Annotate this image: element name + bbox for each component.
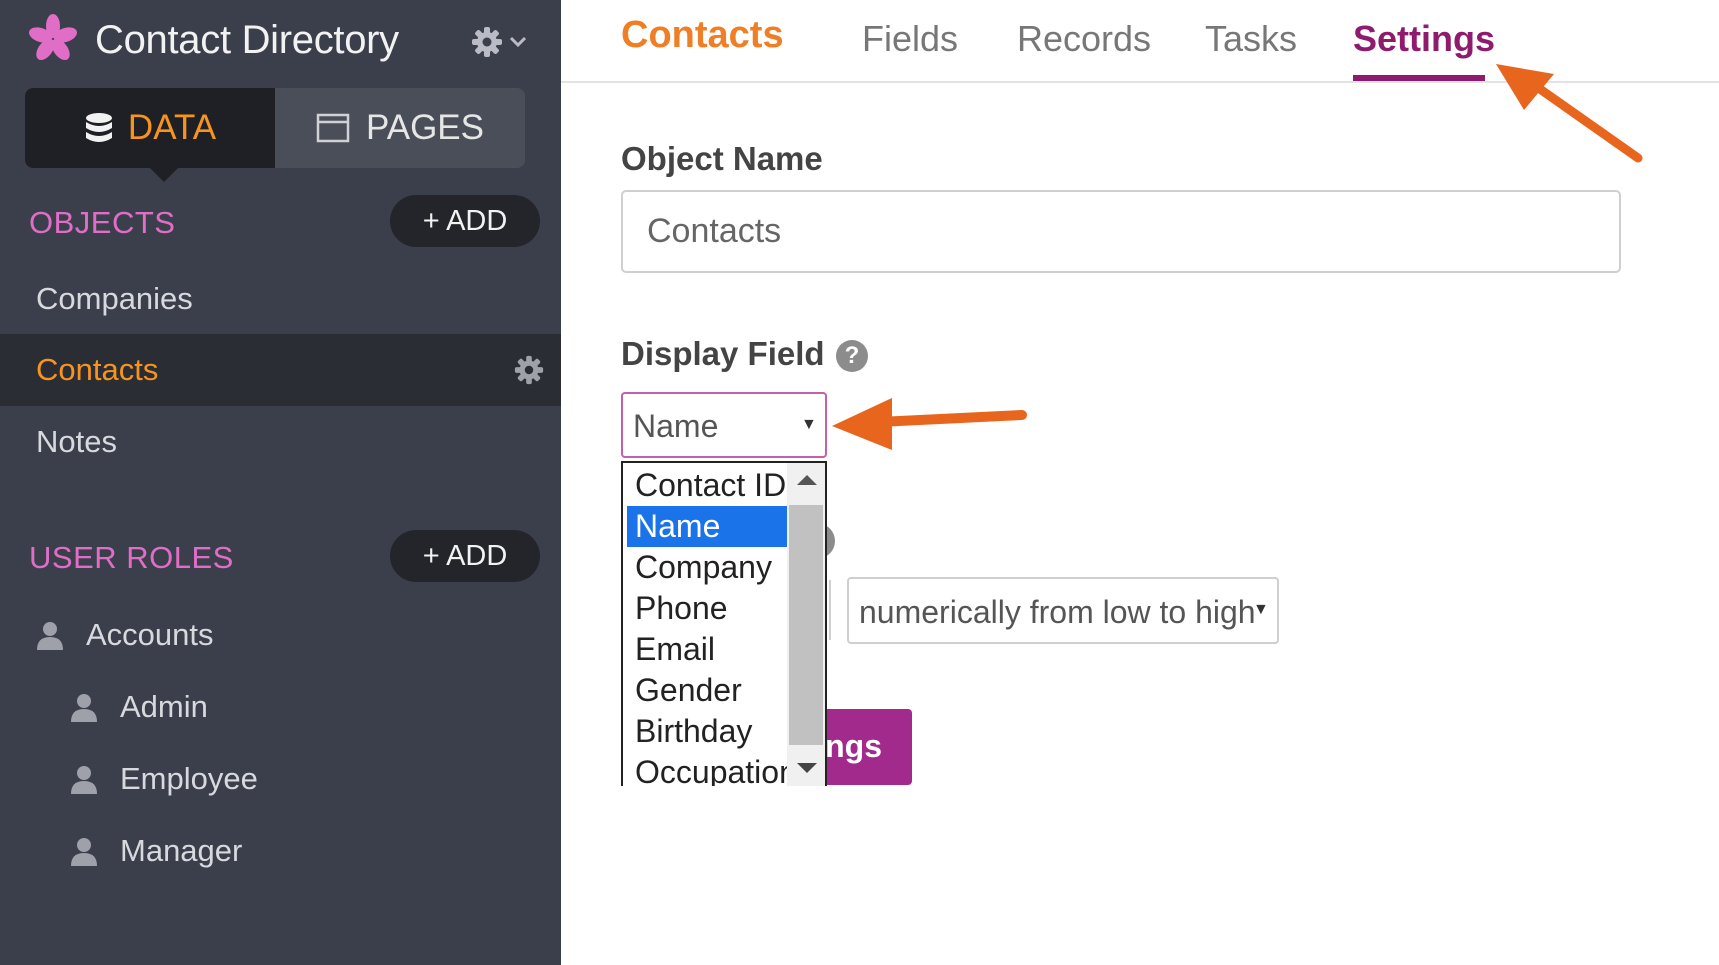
- role-item-manager[interactable]: Manager: [70, 821, 242, 881]
- asterisk-logo-icon: [29, 14, 77, 61]
- user-icon: [71, 766, 97, 794]
- dropdown-option[interactable]: Contact ID: [627, 465, 787, 506]
- scroll-up-icon[interactable]: [797, 475, 817, 485]
- role-item-label: Admin: [120, 689, 208, 724]
- app-title: Contact Directory: [95, 18, 399, 62]
- chevron-down-icon: [509, 36, 527, 48]
- object-item-notes[interactable]: Notes: [0, 406, 561, 478]
- user-icon: [37, 622, 63, 650]
- dropdown-option[interactable]: Birthday: [627, 711, 787, 752]
- sort-order-select[interactable]: numerically from low to high ▼: [847, 577, 1279, 644]
- mode-pages-label: PAGES: [365, 108, 484, 147]
- role-item-admin[interactable]: Admin: [70, 677, 208, 737]
- tab-records[interactable]: Records: [1017, 18, 1151, 60]
- dropdown-option[interactable]: Company: [627, 547, 787, 588]
- tab-tasks[interactable]: Tasks: [1205, 18, 1297, 60]
- user-icon: [71, 838, 97, 866]
- tab-settings[interactable]: Settings: [1353, 18, 1495, 60]
- display-field-dropdown: Contact ID Name Company Phone Email Gend…: [621, 461, 827, 786]
- tab-fields[interactable]: Fields: [862, 18, 958, 60]
- window-icon: [316, 113, 350, 143]
- role-item-employee[interactable]: Employee: [70, 749, 258, 809]
- caret-down-icon: ▼: [801, 416, 817, 433]
- display-field-value: Name: [633, 408, 719, 444]
- objects-header: OBJECTS: [29, 205, 176, 240]
- add-user-role-button[interactable]: + ADD: [390, 530, 540, 582]
- main-panel: Contacts Fields Records Tasks Settings O…: [561, 0, 1719, 965]
- sort-order-value: numerically from low to high: [859, 594, 1256, 630]
- scrollbar-thumb[interactable]: [789, 505, 823, 745]
- mode-toggle: DATA PAGES: [25, 88, 525, 182]
- dropdown-option[interactable]: Email: [627, 629, 787, 670]
- object-item-label: Companies: [36, 281, 193, 316]
- role-item-label: Manager: [120, 833, 243, 868]
- object-item-label: Contacts: [36, 352, 159, 387]
- gear-icon: [472, 27, 502, 57]
- sidebar: Contact Directory DATA PAGES OBJECTS + A…: [0, 0, 561, 965]
- dropdown-option[interactable]: Gender: [627, 670, 787, 711]
- object-name-label: Object Name: [621, 140, 823, 177]
- role-item-label: Employee: [120, 761, 258, 796]
- scroll-down-icon[interactable]: [797, 763, 817, 773]
- display-field-select[interactable]: Name ▼: [621, 392, 827, 458]
- object-item-contacts[interactable]: Contacts: [0, 334, 561, 406]
- user-icon: [71, 694, 97, 722]
- object-name-input[interactable]: [621, 190, 1621, 273]
- object-item-companies[interactable]: Companies: [0, 263, 561, 335]
- app-header: Contact Directory: [0, 0, 561, 85]
- app-settings-menu[interactable]: [470, 24, 530, 60]
- role-item-label: Accounts: [86, 617, 214, 652]
- caret-down-icon: ▼: [1253, 601, 1269, 618]
- gear-icon[interactable]: [513, 354, 545, 386]
- help-icon[interactable]: ?: [836, 340, 868, 372]
- add-object-button[interactable]: + ADD: [390, 195, 540, 247]
- user-roles-header: USER ROLES: [29, 540, 234, 575]
- dropdown-option[interactable]: Phone: [627, 588, 787, 629]
- dropdown-option[interactable]: Occupation: [627, 752, 787, 786]
- tab-active-indicator: [1353, 75, 1485, 81]
- mode-pages-button[interactable]: PAGES: [275, 88, 525, 168]
- tab-bar: Contacts Fields Records Tasks Settings: [561, 0, 1719, 83]
- tab-brand-contacts[interactable]: Contacts: [621, 14, 784, 57]
- mode-data-button[interactable]: DATA: [25, 88, 275, 182]
- dropdown-option-selected[interactable]: Name: [627, 506, 787, 547]
- database-icon: [85, 113, 112, 142]
- dropdown-scrollbar[interactable]: [787, 463, 825, 786]
- mode-data-label: DATA: [127, 108, 217, 147]
- object-item-label: Notes: [36, 424, 117, 459]
- display-field-label: Display Field: [621, 335, 825, 372]
- role-item-accounts[interactable]: Accounts: [36, 605, 214, 665]
